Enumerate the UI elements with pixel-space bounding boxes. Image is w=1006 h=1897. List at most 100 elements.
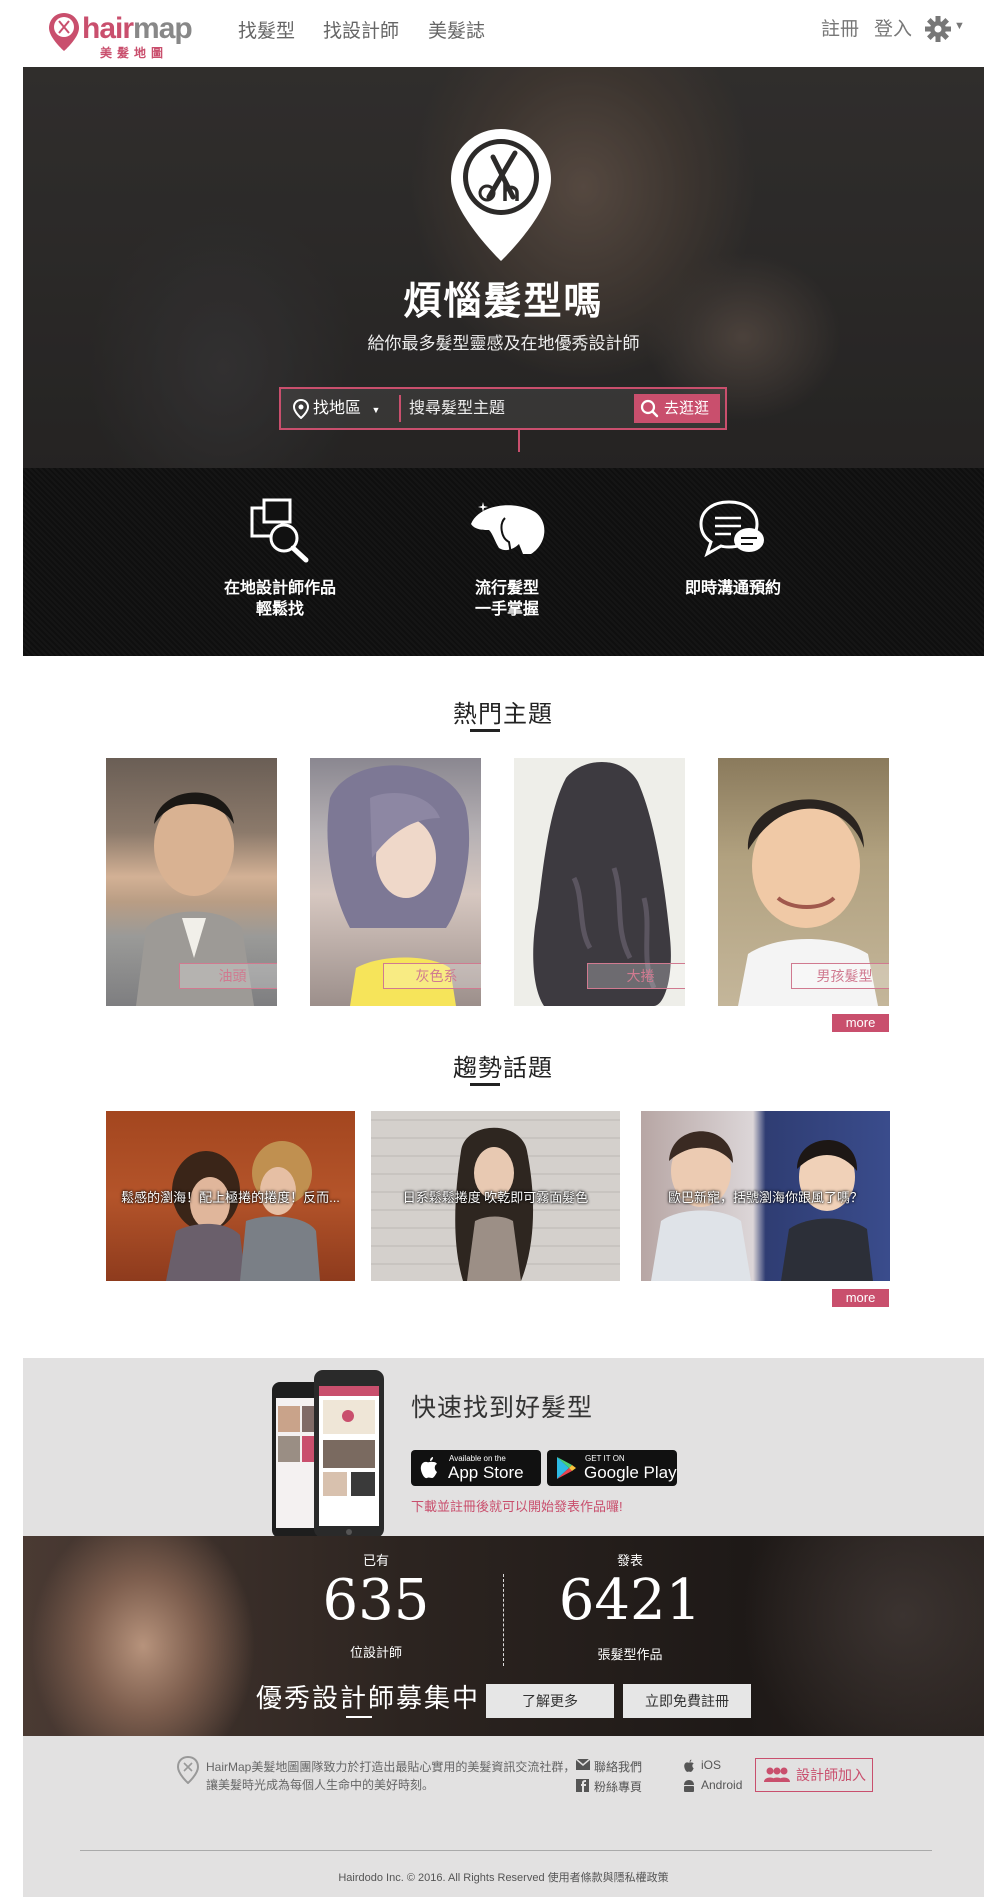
settings-menu[interactable]: ▼ — [924, 15, 968, 43]
topic-card-big-curls[interactable]: 大捲 — [514, 758, 685, 1006]
footer-divider — [80, 1850, 932, 1851]
search-divider — [399, 395, 401, 422]
stats-divider — [503, 1574, 504, 1666]
search-button[interactable]: 去逛逛 — [634, 394, 720, 423]
fanpage-label: 粉絲專頁 — [594, 1780, 643, 1794]
app-note: 下載並註冊後就可以開始發表作品囉! — [411, 1499, 623, 1514]
footer-about: HairMap美髮地圖團隊致力於打造出最貼心實用的美髮資訊交流社群，讓美髮時光成… — [206, 1760, 576, 1792]
google-play-big: Google Play — [584, 1463, 677, 1482]
trending-underline — [470, 1083, 500, 1086]
contact-label: 聯絡我們 — [594, 1760, 643, 1774]
contact-link[interactable]: 聯絡我們 — [576, 1758, 643, 1775]
register-free-button[interactable]: 立即免費註冊 — [623, 1684, 751, 1718]
topic-card-grey-tone[interactable]: 灰色系 — [310, 758, 481, 1006]
trend-text-japanese-curls: 日系鬆鬆捲度 吹乾即可霧面髮色 — [402, 1190, 589, 1205]
trend-card-oppa-bangs[interactable]: 歐巴新寵，括號瀏海你跟風了嗎？ — [641, 1111, 890, 1281]
learn-more-button[interactable]: 了解更多 — [486, 1684, 614, 1718]
map-pin-logo-icon — [49, 13, 79, 51]
topic-label-big-curls: 大捲 — [587, 963, 685, 989]
nav-find-hairstyle[interactable]: 找髮型 — [238, 20, 295, 44]
google-play-button[interactable]: GET IT ON Google Play — [547, 1450, 677, 1486]
region-label: 找地區 — [313, 400, 362, 417]
recruit-heading: 優秀設計師募集中 — [256, 1683, 481, 1713]
features-strip: 在地設計師作品 輕鬆找 流行髮型 一手掌握 即時溝通預約 — [23, 468, 984, 656]
apple-icon — [684, 1759, 694, 1772]
trend-text-oppa-bangs: 歐巴新寵，括號瀏海你跟風了嗎？ — [667, 1190, 863, 1205]
app-promo: 快速找到好髮型 Available on the App Store GET I… — [23, 1358, 984, 1538]
feature-trendy-hairstyle: 流行髮型 一手掌握 — [407, 498, 607, 620]
phones-illustration — [272, 1370, 384, 1538]
nav-find-designer[interactable]: 找設計師 — [323, 20, 399, 44]
app-store-small: Available on the — [449, 1454, 506, 1463]
feature-trendy-line1: 流行髮型 — [474, 580, 539, 597]
trend-text-bangs: 鬆感的瀏海！配上極捲的捲度！反而... — [121, 1190, 340, 1205]
feature-booking-line1: 即時溝通預約 — [684, 580, 781, 597]
facebook-icon — [576, 1779, 589, 1792]
copyright: Hairdodo Inc. © 2016. All Rights Reserve… — [338, 1872, 669, 1884]
ios-link[interactable]: iOS — [684, 1758, 722, 1772]
designers-count: 635 — [322, 1568, 430, 1633]
feature-local-line1: 在地設計師作品 — [223, 580, 336, 597]
region-dropdown[interactable]: 找地區 ▼ — [289, 389, 399, 428]
app-title: 快速找到好髮型 — [411, 1394, 594, 1422]
hot-topics-underline — [470, 729, 500, 732]
search-bar: 找地區 ▼ 去逛逛 — [279, 387, 727, 430]
chat-bubbles-icon — [699, 500, 764, 558]
logo[interactable]: hairmap 美髮地圖 — [48, 12, 200, 60]
hero-indicator — [518, 430, 520, 452]
feature-trendy-line2: 一手掌握 — [474, 601, 539, 618]
scissors-pin-icon — [451, 129, 551, 261]
hero-banner: 煩惱髮型嗎 給你最多髮型靈感及在地優秀設計師 找地區 ▼ 去逛逛 — [23, 67, 984, 468]
feature-local-line2: 輕鬆找 — [255, 601, 304, 618]
caret-down-icon: ▼ — [954, 20, 965, 32]
group-users-icon — [764, 1767, 790, 1782]
hero-title: 煩惱髮型嗎 — [403, 281, 604, 323]
trending-title: 趨勢話題 — [453, 1055, 553, 1082]
hero-subtitle: 給你最多髮型靈感及在地優秀設計師 — [367, 334, 640, 353]
topic-card-boys[interactable]: 男孩髮型 — [718, 758, 889, 1006]
topic-card-slick-back[interactable]: 油頭 — [106, 758, 277, 1006]
topic-label-grey-tone: 灰色系 — [383, 963, 481, 989]
envelope-icon — [576, 1759, 590, 1770]
hairstyle-head-icon — [471, 502, 545, 555]
hot-topics-more-button[interactable]: more — [832, 1014, 889, 1032]
apple-icon — [420, 1457, 437, 1479]
photo-search-icon — [250, 498, 309, 563]
stats-banner: 已有 635 位設計師 發表 6421 張髮型作品 優秀設計師募集中 了解更多 … — [23, 1536, 984, 1736]
topic-label-boys: 男孩髮型 — [791, 963, 889, 989]
map-pin-footer-icon — [177, 1756, 199, 1784]
ios-label: iOS — [701, 1758, 722, 1772]
register-link[interactable]: 註冊 — [821, 18, 859, 42]
designer-join-label: 設計師加入 — [796, 1767, 866, 1783]
caret-down-icon: ▼ — [371, 405, 381, 415]
feature-local-designer: 在地設計師作品 輕鬆找 — [180, 498, 380, 620]
footer: HairMap美髮地圖團隊致力於打造出最貼心實用的美髮資訊交流社群，讓美髮時光成… — [23, 1736, 984, 1897]
login-link[interactable]: 登入 — [874, 18, 912, 42]
topic-label-slick-back: 油頭 — [179, 963, 277, 989]
location-pin-icon — [293, 399, 309, 419]
works-count: 6421 — [558, 1568, 702, 1633]
feature-instant-booking: 即時溝通預約 — [633, 498, 833, 599]
works-prefix: 發表 — [616, 1553, 643, 1568]
trending-more-button[interactable]: more — [832, 1289, 889, 1307]
logo-chinese: 美髮地圖 — [100, 46, 169, 60]
trend-card-japanese-curls[interactable]: 日系鬆鬆捲度 吹乾即可霧面髮色 — [371, 1111, 620, 1281]
trend-card-bangs[interactable]: 鬆感的瀏海！配上極捲的捲度！反而... — [106, 1111, 355, 1281]
nav-magazine[interactable]: 美髮誌 — [428, 20, 485, 44]
search-button-label: 去逛逛 — [664, 400, 710, 417]
gear-icon — [925, 16, 951, 42]
fanpage-link[interactable]: 粉絲專頁 — [576, 1778, 643, 1795]
designer-join-button[interactable]: 設計師加入 — [755, 1758, 873, 1792]
logo-wordmark: hairmap — [82, 12, 193, 45]
recruit-underline — [346, 1716, 372, 1718]
android-label: Android — [701, 1778, 743, 1792]
google-play-icon — [557, 1457, 576, 1479]
search-input[interactable] — [409, 389, 639, 428]
android-link[interactable]: Android — [684, 1778, 743, 1792]
app-store-button[interactable]: Available on the App Store — [411, 1450, 541, 1486]
top-nav: hairmap 美髮地圖 找髮型 找設計師 美髮誌 註冊 登入 ▼ — [0, 0, 1006, 67]
magnifier-icon — [640, 399, 659, 418]
android-icon — [684, 1780, 694, 1792]
google-play-small: GET IT ON — [585, 1454, 625, 1463]
designers-suffix: 位設計師 — [349, 1645, 402, 1660]
